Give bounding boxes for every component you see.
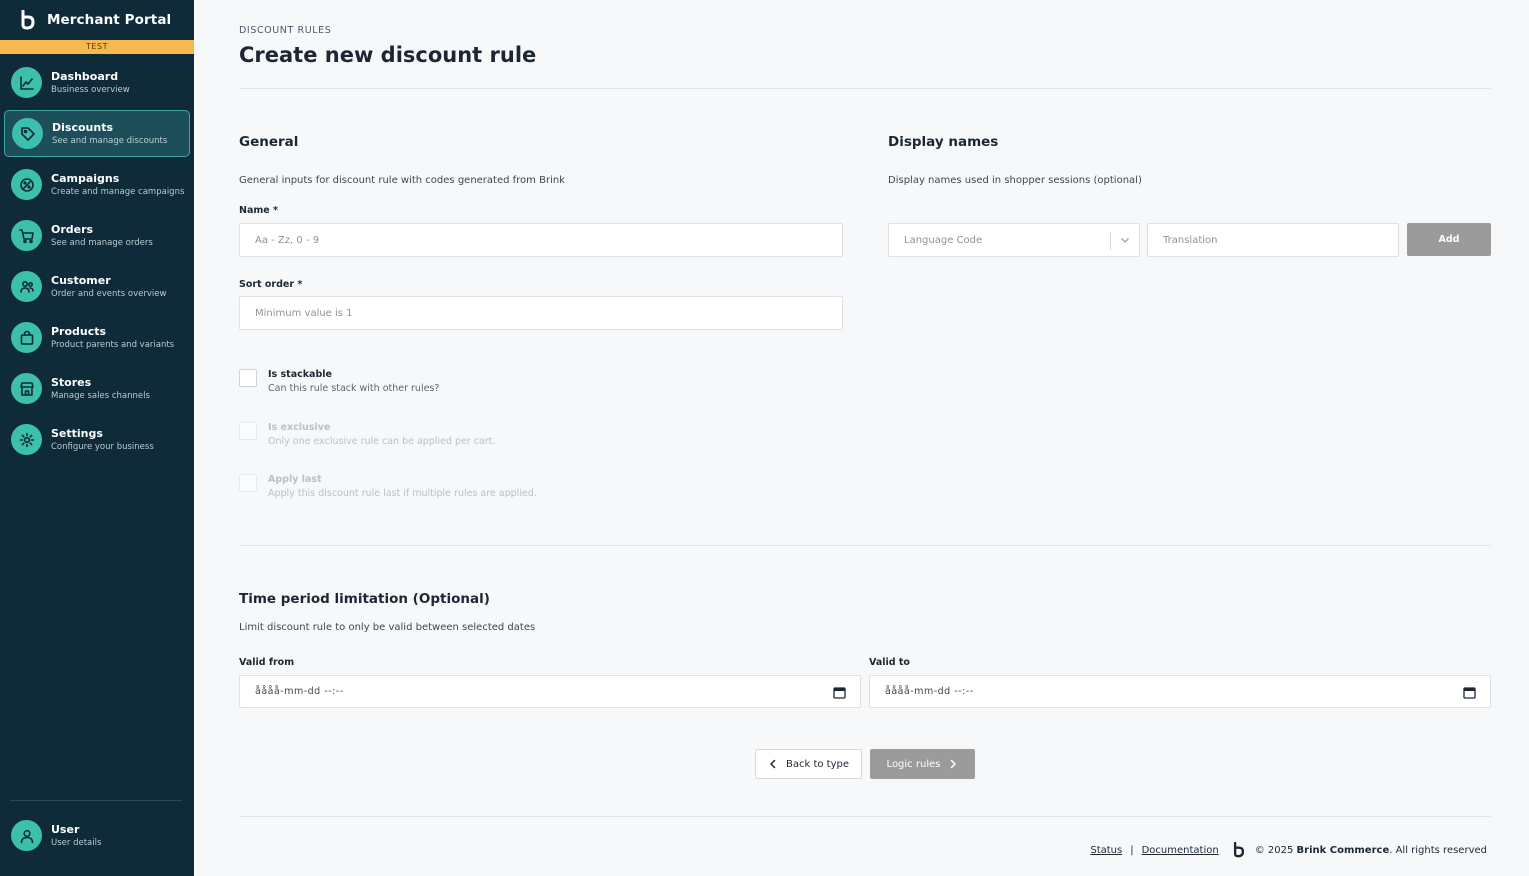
sidebar-item-title: Campaigns (51, 171, 120, 185)
is-exclusive-checkbox[interactable] (239, 422, 257, 440)
is-stackable-label: Is stackable (268, 369, 332, 380)
is-exclusive-option: Is exclusive Only one exclusive rule can… (239, 421, 496, 449)
sidebar-item-title: Customer (51, 273, 111, 287)
sidebar-item-subtitle: See and manage orders (51, 237, 153, 248)
display-names-section-description: Display names used in shopper sessions (… (888, 175, 1142, 186)
page-title: Create new discount rule (239, 43, 537, 67)
sidebar-item-user[interactable]: User User details (11, 820, 101, 851)
sidebar-item-campaigns[interactable]: Campaigns Create and manage campaigns (4, 161, 190, 208)
sidebar-divider (10, 800, 182, 801)
sidebar-nav: Dashboard Business overview Discounts Se… (4, 59, 190, 467)
store-icon (11, 373, 42, 404)
sidebar-item-title: Dashboard (51, 69, 119, 83)
select-separator (1110, 232, 1111, 250)
footer-separator: | (1130, 844, 1134, 856)
apply-last-checkbox[interactable] (239, 474, 257, 492)
sort-order-input[interactable]: Minimum value is 1 (239, 296, 843, 330)
calendar-icon[interactable] (833, 686, 846, 699)
calendar-icon[interactable] (1463, 686, 1476, 699)
status-link[interactable]: Status (1090, 845, 1122, 856)
copyright-prefix: © 2025 (1254, 844, 1294, 856)
sidebar-item-subtitle: Create and manage campaigns (51, 186, 185, 197)
sidebar-item-title: Orders (51, 222, 94, 236)
language-code-placeholder: Language Code (904, 234, 983, 246)
sidebar-item-stores[interactable]: Stores Manage sales channels (4, 365, 190, 412)
sidebar-item-subtitle: Product parents and variants (51, 339, 175, 350)
footer-divider (239, 816, 1491, 817)
user-icon (11, 820, 42, 851)
main-content: DISCOUNT RULES Create new discount rule … (239, 0, 1491, 876)
valid-from-label: Valid from (239, 657, 295, 668)
sidebar-item-dashboard[interactable]: Dashboard Business overview (4, 59, 190, 106)
logic-rules-button[interactable]: Logic rules (870, 749, 975, 779)
section-divider (239, 545, 1491, 546)
people-icon (11, 271, 42, 302)
valid-to-value: åååå-mm-dd --:-- (885, 686, 974, 697)
sidebar-item-subtitle: Manage sales channels (51, 390, 150, 401)
company-name: Brink Commerce (1296, 844, 1390, 856)
is-stackable-option: Is stackable Can this rule stack with ot… (239, 368, 439, 396)
bag-icon (11, 322, 42, 353)
brand[interactable]: Merchant Portal (0, 0, 194, 40)
valid-to-input[interactable]: åååå-mm-dd --:-- (869, 675, 1491, 708)
back-to-type-label: Back to type (785, 758, 849, 770)
sidebar-item-orders[interactable]: Orders See and manage orders (4, 212, 190, 259)
copyright-suffix: . All rights reserved (1389, 844, 1487, 856)
footer: Status | Documentation © 2025 Brink Comm… (1090, 842, 1487, 858)
sidebar-item-subtitle: User details (51, 837, 102, 848)
chevron-down-icon (1121, 238, 1129, 243)
valid-to-label: Valid to (869, 657, 910, 668)
sidebar-item-products[interactable]: Products Product parents and variants (4, 314, 190, 361)
is-stackable-description: Can this rule stack with other rules? (268, 383, 440, 394)
apply-last-label: Apply last (268, 474, 322, 485)
campaign-icon (11, 169, 42, 200)
add-display-name-button[interactable]: Add (1407, 223, 1491, 256)
valid-from-input[interactable]: åååå-mm-dd --:-- (239, 675, 861, 708)
sidebar-item-title: Stores (51, 375, 92, 389)
time-period-section-description: Limit discount rule to only be valid bet… (239, 622, 536, 633)
sidebar-item-title: Discounts (52, 120, 113, 134)
chevron-right-icon (951, 759, 957, 769)
sidebar-item-subtitle: Business overview (51, 84, 130, 95)
logic-rules-label: Logic rules (886, 758, 941, 770)
apply-last-option: Apply last Apply this discount rule last… (239, 473, 537, 501)
sidebar-item-subtitle: See and manage discounts (52, 135, 168, 146)
is-exclusive-description: Only one exclusive rule can be applied p… (268, 436, 496, 447)
tag-icon (12, 118, 43, 149)
documentation-link[interactable]: Documentation (1142, 845, 1219, 856)
sidebar: Merchant Portal TEST Dashboard Business … (0, 0, 194, 876)
sidebar-item-settings[interactable]: Settings Configure your business (4, 416, 190, 463)
brink-logo-icon (1233, 842, 1244, 858)
apply-last-description: Apply this discount rule last if multipl… (268, 488, 537, 499)
is-stackable-checkbox[interactable] (239, 369, 257, 387)
brand-title: Merchant Portal (47, 12, 172, 28)
sidebar-item-title: Products (51, 324, 107, 338)
back-to-type-button[interactable]: Back to type (755, 749, 862, 779)
sidebar-item-discounts[interactable]: Discounts See and manage discounts (4, 110, 190, 157)
time-period-section-title: Time period limitation (Optional) (239, 591, 490, 607)
gear-icon (11, 424, 42, 455)
brink-logo-icon (21, 10, 35, 30)
breadcrumb: DISCOUNT RULES (239, 25, 332, 36)
sidebar-item-title: User (51, 822, 80, 836)
cart-icon (11, 220, 42, 251)
sidebar-item-subtitle: Order and events overview (51, 288, 167, 299)
sort-order-label: Sort order * (239, 279, 303, 290)
sidebar-item-subtitle: Configure your business (51, 441, 154, 452)
language-code-select[interactable]: Language Code (888, 223, 1140, 257)
chevron-left-icon (770, 759, 776, 769)
sidebar-item-customer[interactable]: Customer Order and events overview (4, 263, 190, 310)
name-input[interactable]: Aa - Zz, 0 - 9 (239, 223, 843, 257)
chart-line-icon (11, 67, 42, 98)
environment-badge: TEST (0, 40, 194, 54)
general-section-title: General (239, 134, 299, 150)
is-exclusive-label: Is exclusive (268, 422, 331, 433)
sidebar-item-title: Settings (51, 426, 103, 440)
general-section-description: General inputs for discount rule with co… (239, 175, 565, 186)
display-names-section-title: Display names (888, 134, 999, 150)
header-divider (239, 88, 1491, 89)
valid-from-value: åååå-mm-dd --:-- (255, 686, 344, 697)
name-label: Name * (239, 205, 278, 216)
translation-input[interactable]: Translation (1147, 223, 1399, 257)
